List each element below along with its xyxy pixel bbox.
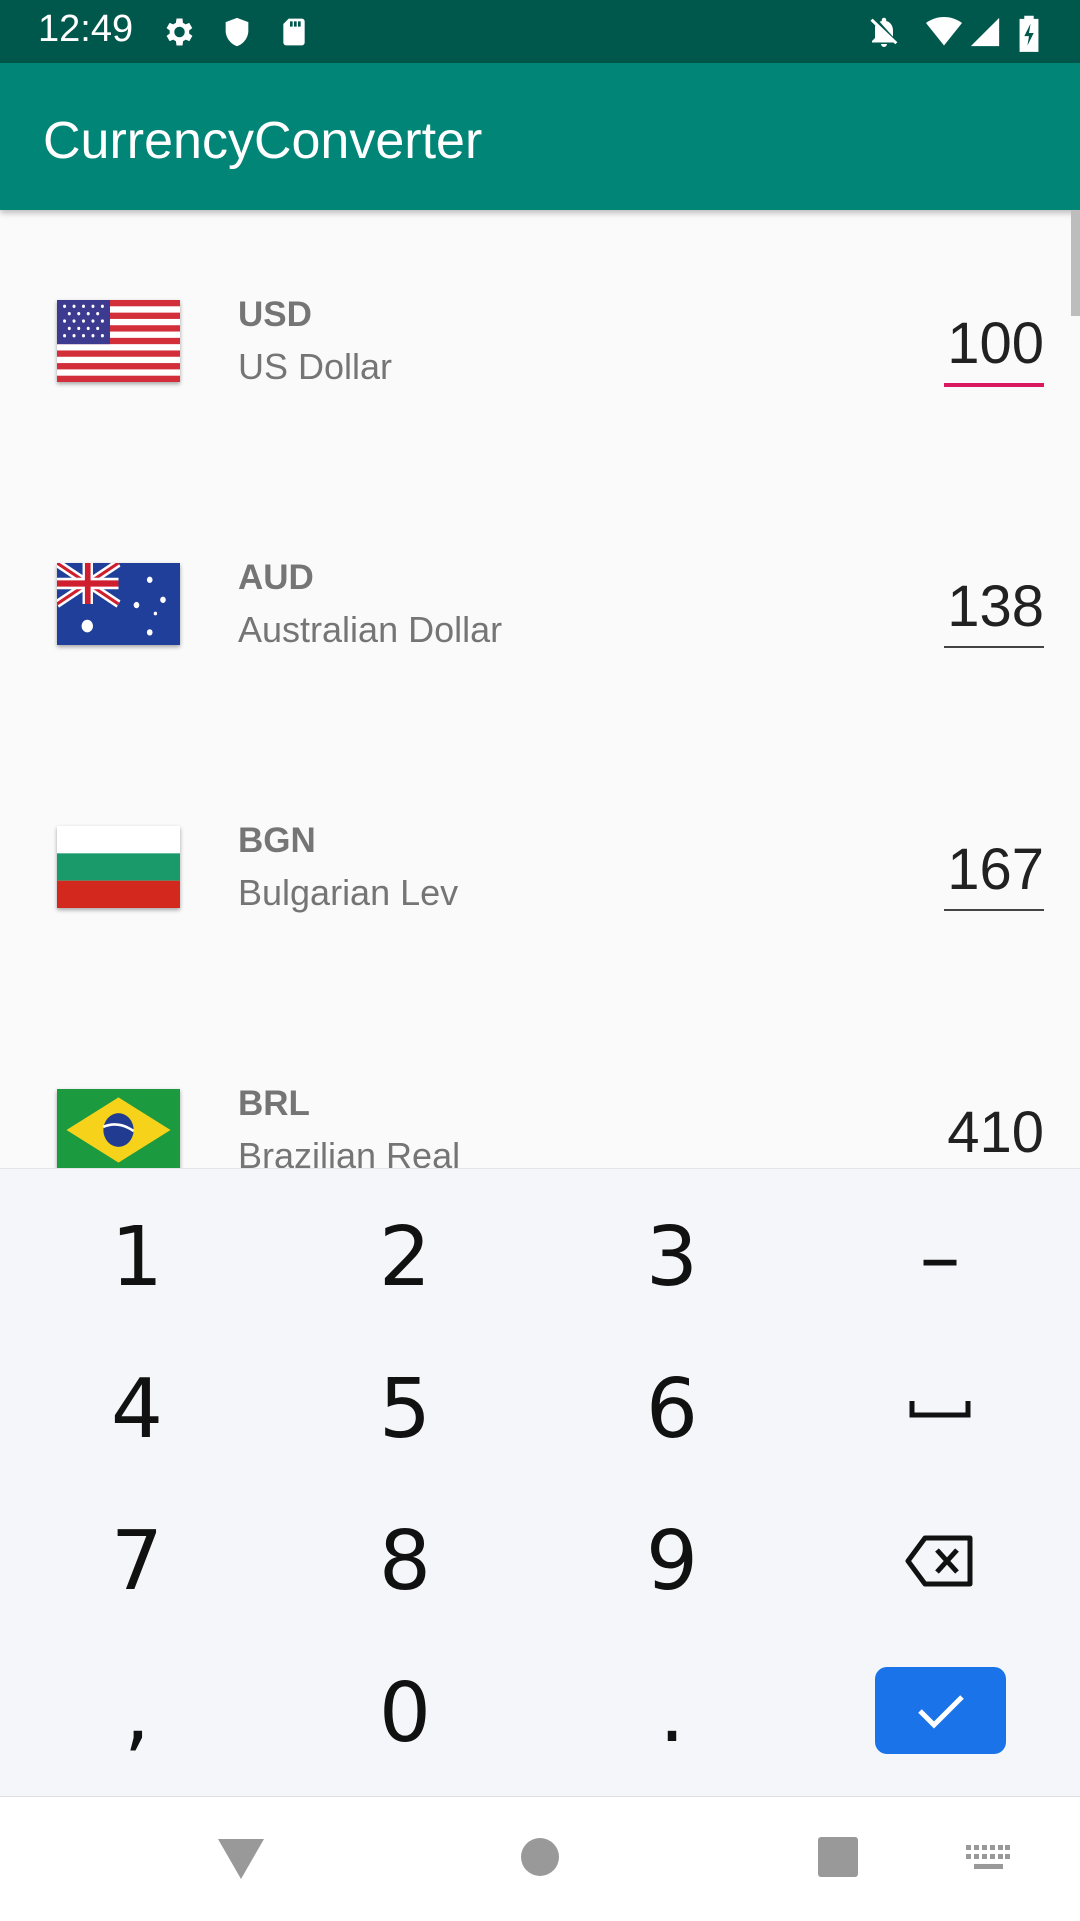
amount-input-usd[interactable]: 100 [944, 310, 1044, 387]
sd-card-icon [283, 18, 305, 46]
currency-code: BGN [238, 821, 316, 860]
navigation-bar [0, 1796, 1080, 1921]
key-minus[interactable]: – [820, 1187, 1060, 1327]
done-icon [917, 1694, 964, 1729]
backspace-icon [905, 1535, 973, 1587]
signal-icon [970, 17, 1000, 47]
currency-code: AUD [238, 558, 314, 597]
status-time: 12:49 [38, 8, 134, 50]
amount-input-brl[interactable]: 410 [944, 1099, 1044, 1168]
key-comma[interactable]: , [17, 1643, 257, 1783]
back-icon[interactable] [216, 1837, 266, 1881]
keyboard-switch-icon[interactable] [966, 1845, 1010, 1871]
amount-input-bgn[interactable]: 167 [944, 836, 1044, 911]
currency-name: Brazilian Real [238, 1135, 461, 1168]
scrollbar[interactable] [1071, 210, 1080, 316]
home-icon[interactable] [520, 1837, 560, 1877]
shield-icon [225, 17, 249, 47]
key-0[interactable]: 0 [285, 1643, 525, 1783]
space-icon [909, 1401, 971, 1418]
currency-name: US Dollar [238, 346, 393, 387]
key-2[interactable]: 2 [285, 1187, 525, 1327]
currency-name: Bulgarian Lev [238, 872, 459, 913]
key-9[interactable]: 9 [552, 1491, 792, 1631]
key-backspace[interactable] [820, 1491, 1060, 1631]
wifi-icon [926, 17, 962, 46]
key-6[interactable]: 6 [552, 1339, 792, 1479]
recents-icon[interactable] [818, 1837, 858, 1877]
app-title: CurrencyConverter [43, 112, 483, 170]
brazil-flag-icon [57, 1089, 180, 1168]
currency-list[interactable]: USD US Dollar 100 AUD Australian Dollar … [0, 210, 1080, 1168]
key-space[interactable] [820, 1339, 1060, 1479]
done-button[interactable] [875, 1667, 1006, 1754]
australia-flag-icon [57, 563, 180, 645]
status-bar: 12:49 [0, 0, 1080, 63]
key-7[interactable]: 7 [17, 1491, 257, 1631]
key-8[interactable]: 8 [285, 1491, 525, 1631]
notifications-off-icon [870, 17, 898, 47]
key-period[interactable]: . [552, 1643, 792, 1783]
currency-row-aud[interactable]: AUD Australian Dollar 138 [0, 473, 1080, 736]
currency-row-bgn[interactable]: BGN Bulgarian Lev 167 [0, 736, 1080, 999]
key-4[interactable]: 4 [17, 1339, 257, 1479]
key-5[interactable]: 5 [285, 1339, 525, 1479]
bulgaria-flag-icon [57, 826, 180, 908]
key-1[interactable]: 1 [17, 1187, 257, 1327]
us-flag-icon [57, 300, 180, 382]
currency-code: USD [238, 295, 312, 334]
battery-charging-icon [1019, 15, 1039, 52]
currency-row-usd[interactable]: USD US Dollar 100 [0, 210, 1080, 473]
key-3[interactable]: 3 [552, 1187, 792, 1327]
currency-row-brl[interactable]: BRL Brazilian Real 410 [0, 999, 1080, 1168]
app-bar: CurrencyConverter [0, 63, 1080, 210]
currency-name: Australian Dollar [238, 609, 503, 650]
amount-input-aud[interactable]: 138 [944, 573, 1044, 648]
gear-icon [166, 18, 193, 46]
numeric-keyboard: 1 2 3 – 4 5 6 7 8 9 , 0 . [0, 1168, 1080, 1797]
currency-code: BRL [238, 1084, 310, 1123]
